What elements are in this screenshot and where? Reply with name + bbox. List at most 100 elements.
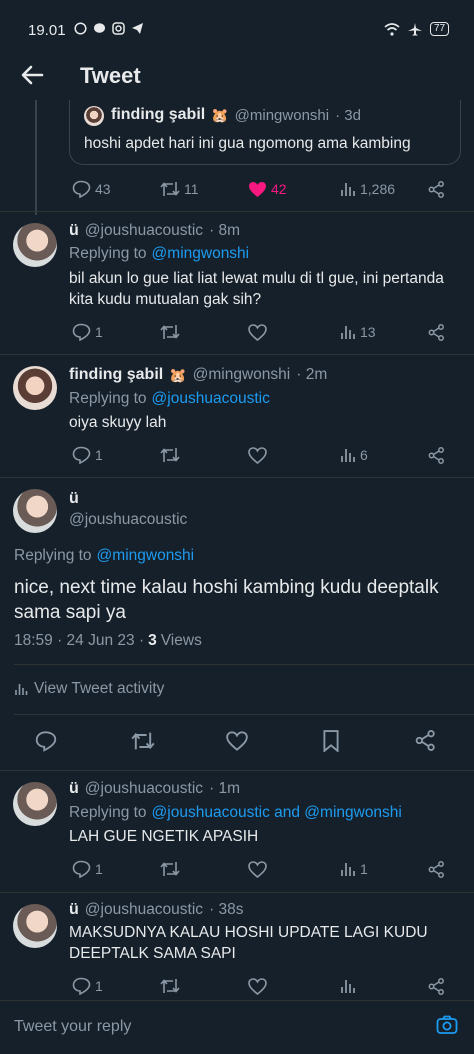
avatar[interactable] [13, 782, 57, 826]
share-action[interactable] [428, 446, 445, 464]
divider [0, 892, 474, 893]
tweet-text-line: kita kudu mutualan gak sih? [69, 291, 262, 308]
avatar[interactable] [13, 223, 57, 267]
reply-action[interactable]: 1 [72, 860, 103, 878]
avatar[interactable] [13, 489, 57, 533]
reply-icon [72, 323, 91, 341]
views-action[interactable]: 13 [340, 324, 376, 340]
reply-input[interactable]: Tweet your reply [14, 1018, 131, 1036]
status-bar: 19.01 77 [0, 0, 474, 60]
quoted-tweet-text: hoshi apdet hari ini gua ngomong ama kam… [84, 135, 411, 152]
display-name: ü [69, 780, 79, 797]
handle: @joushuacoustic [69, 511, 188, 528]
share-action[interactable] [428, 860, 445, 878]
replying-to: Replying to @joushuacoustic and @mingwon… [69, 802, 402, 824]
replying-to-link[interactable]: @joushuacoustic and @mingwonshi [152, 802, 402, 824]
replying-to-label: Replying to [14, 547, 92, 564]
instagram-icon [112, 22, 125, 35]
camera-icon[interactable] [436, 1015, 458, 1035]
view-tweet-activity[interactable]: View Tweet activity [14, 680, 164, 698]
handle: @mingwonshi [192, 366, 291, 383]
display-name: ü [69, 222, 79, 239]
share-icon [428, 977, 444, 995]
like-action[interactable] [248, 860, 267, 878]
chat-bubble-icon [94, 23, 105, 33]
handle: @joushuacoustic [84, 222, 204, 239]
back-arrow-icon[interactable] [18, 60, 48, 90]
replying-to-link[interactable]: @mingwonshi [152, 243, 250, 265]
reply-icon [72, 180, 91, 198]
display-name: ü [69, 490, 79, 507]
views-label: Views [160, 632, 202, 649]
retweet-action[interactable] [160, 860, 180, 878]
views-icon [341, 863, 355, 876]
tweet-header: ü @joushuacoustic · 38s [69, 901, 244, 919]
views-action[interactable] [340, 978, 356, 994]
divider [0, 770, 474, 771]
views-action[interactable]: 1,286 [340, 181, 395, 197]
heart-filled-icon [249, 181, 266, 197]
avatar[interactable] [13, 904, 57, 948]
tweet-actions: 1 1 [0, 858, 474, 880]
share-action[interactable] [428, 323, 445, 341]
handle: @joushuacoustic [84, 780, 204, 797]
views-icon [341, 449, 355, 462]
retweet-icon[interactable] [131, 730, 155, 752]
views-count: 6 [360, 447, 368, 463]
tweet-text-line: bil akun lo gue liat liat lewat mulu di … [69, 270, 444, 287]
views-count: 1,286 [360, 181, 396, 197]
reply-icon [72, 860, 91, 878]
tweet-time: · 1m [209, 780, 241, 797]
page-title: Tweet [80, 63, 141, 88]
bookmark-icon[interactable] [322, 730, 340, 752]
replying-to-label: Replying to [69, 245, 147, 262]
main-tweet-actions [0, 728, 474, 754]
hamster-emoji: 🐹 [211, 106, 229, 123]
tweet-header: ü @joushuacoustic · 1m [69, 780, 240, 798]
avatar [84, 106, 104, 126]
retweet-action[interactable] [160, 446, 180, 464]
views-action[interactable]: 6 [340, 447, 368, 463]
reply-action[interactable]: 1 [72, 977, 103, 995]
tweet-actions: 1 6 [0, 444, 474, 466]
share-action[interactable] [428, 180, 445, 198]
share-icon[interactable] [415, 730, 436, 751]
divider [14, 664, 474, 665]
display-name: finding şabil [69, 366, 164, 383]
share-action[interactable] [428, 977, 445, 995]
divider [14, 714, 474, 715]
reply-count: 1 [95, 861, 103, 877]
reply-action[interactable]: 1 [72, 323, 103, 341]
avatar[interactable] [13, 366, 57, 410]
heart-icon [248, 860, 267, 878]
activity-icon [15, 684, 28, 695]
tweet-time: · 2m [296, 366, 328, 383]
retweet-action[interactable] [160, 977, 180, 995]
reply-composer: Tweet your reply [0, 1000, 474, 1054]
replying-to: Replying to @mingwonshi [69, 243, 249, 265]
replying-to-label: Replying to [69, 390, 147, 407]
replying-to-link[interactable]: @joushuacoustic [152, 388, 270, 410]
tweet-timestamp: 18:59 · 24 Jun 23 · [14, 632, 145, 649]
retweet-action[interactable] [160, 323, 180, 341]
reply-action[interactable]: 43 [72, 180, 111, 198]
replying-to-link[interactable]: @mingwonshi [97, 545, 195, 567]
like-action[interactable] [248, 977, 267, 995]
views-icon [341, 980, 355, 993]
like-action[interactable] [248, 323, 267, 341]
reply-action[interactable]: 1 [72, 446, 103, 464]
display-name: ü [69, 901, 79, 918]
heart-icon[interactable] [226, 731, 248, 751]
like-action[interactable] [248, 446, 267, 464]
reply-icon[interactable] [35, 730, 57, 752]
views-action[interactable]: 1 [340, 861, 368, 877]
quoted-tweet-header: finding şabil 🐹 @mingwonshi · 3d [111, 106, 361, 124]
main-tweet-text-line: nice, next time kalau hoshi kambing kudu… [14, 577, 439, 598]
retweet-action[interactable]: 11 [160, 180, 199, 198]
divider [0, 354, 474, 355]
retweet-icon [160, 448, 180, 462]
heart-icon [248, 446, 267, 464]
share-icon [428, 446, 444, 464]
like-action[interactable]: 42 [248, 181, 287, 198]
views-count: 3 [148, 632, 157, 649]
